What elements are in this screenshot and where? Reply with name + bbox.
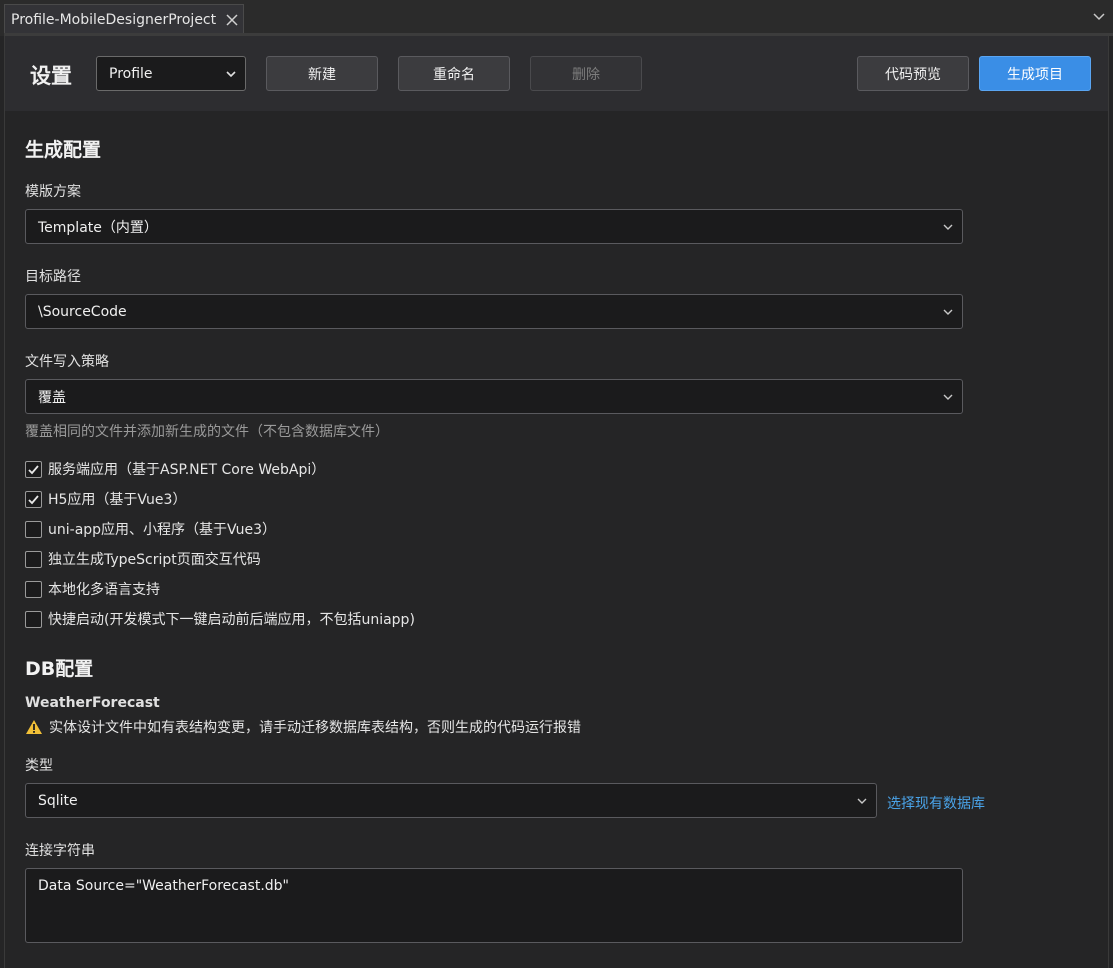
checkmark-icon: [28, 464, 39, 474]
entity-name: WeatherForecast: [25, 695, 160, 711]
close-icon[interactable]: [221, 9, 243, 31]
tab-profile[interactable]: Profile-MobileDesignerProject: [4, 4, 244, 34]
option-label: 服务端应用（基于ASP.NET Core WebApi）: [48, 462, 326, 478]
db-type-label: 类型: [25, 758, 53, 774]
db-config-title: DB配置: [25, 658, 94, 680]
code-preview-button[interactable]: 代码预览: [857, 56, 969, 91]
option-h5-app[interactable]: H5应用（基于Vue3）: [25, 489, 186, 509]
profile-select[interactable]: Profile: [96, 56, 246, 91]
document-tab-bar: Profile-MobileDesignerProject: [0, 0, 1113, 36]
option-label: 独立生成TypeScript页面交互代码: [48, 552, 261, 568]
checkbox-h5-app[interactable]: [25, 490, 42, 508]
db-type-value: Sqlite: [38, 792, 78, 809]
option-label: uni-app应用、小程序（基于Vue3）: [48, 522, 277, 538]
delete-button[interactable]: 删除: [530, 56, 642, 91]
checkmark-icon: [28, 494, 39, 504]
option-label: 快捷启动(开发模式下一键启动前后端应用，不包括uniapp): [48, 612, 415, 628]
tab-title: Profile-MobileDesignerProject: [11, 11, 217, 28]
option-quick-start[interactable]: 快捷启动(开发模式下一键启动前后端应用，不包括uniapp): [25, 609, 415, 629]
write-strategy-hint: 覆盖相同的文件并添加新生成的文件（不包含数据库文件）: [25, 424, 389, 440]
warning-icon: [26, 720, 42, 734]
target-path-label: 目标路径: [25, 269, 81, 285]
option-server-app[interactable]: 服务端应用（基于ASP.NET Core WebApi）: [25, 459, 325, 479]
rename-button[interactable]: 重命名: [398, 56, 510, 91]
settings-toolbar: 设置 Profile 新建 重命名 删除 代码预览 生成项目: [5, 36, 1108, 111]
chevron-down-icon: [943, 394, 953, 400]
checkbox-server-app[interactable]: [25, 460, 42, 478]
chevron-down-icon: [857, 798, 867, 804]
write-strategy-label: 文件写入策略: [25, 354, 109, 370]
option-uniapp[interactable]: uni-app应用、小程序（基于Vue3）: [25, 519, 276, 539]
new-button[interactable]: 新建: [266, 56, 378, 91]
write-strategy-value: 覆盖: [38, 389, 66, 406]
chevron-down-icon[interactable]: [1091, 8, 1107, 24]
write-strategy-select[interactable]: 覆盖: [25, 379, 963, 414]
generate-project-button[interactable]: 生成项目: [979, 56, 1091, 91]
page-title: 设置: [30, 64, 72, 88]
checkbox-quick-start[interactable]: [25, 610, 42, 628]
template-select[interactable]: Template（内置）: [25, 209, 963, 244]
chevron-down-icon: [943, 309, 953, 315]
connection-string-input[interactable]: Data Source="WeatherForecast.db": [25, 868, 963, 943]
option-label: 本地化多语言支持: [48, 582, 160, 598]
option-label: H5应用（基于Vue3）: [48, 492, 187, 508]
checkbox-uniapp[interactable]: [25, 520, 42, 538]
migration-warning: 实体设计文件中如有表结构变更，请手动迁移数据库表结构，否则生成的代码运行报错: [25, 717, 581, 737]
target-path-value: \SourceCode: [38, 303, 127, 320]
option-i18n[interactable]: 本地化多语言支持: [25, 579, 160, 599]
chevron-down-icon: [226, 71, 236, 78]
option-typescript[interactable]: 独立生成TypeScript页面交互代码: [25, 549, 261, 569]
checkbox-i18n[interactable]: [25, 580, 42, 598]
generation-config-title: 生成配置: [25, 139, 102, 161]
select-existing-db-link[interactable]: 选择现有数据库: [887, 793, 985, 813]
target-path-select[interactable]: \SourceCode: [25, 294, 963, 329]
warning-text: 实体设计文件中如有表结构变更，请手动迁移数据库表结构，否则生成的代码运行报错: [49, 720, 581, 736]
profile-select-value: Profile: [109, 65, 153, 82]
chevron-down-icon: [943, 224, 953, 230]
checkbox-typescript[interactable]: [25, 550, 42, 568]
template-select-value: Template（内置）: [38, 219, 158, 236]
settings-content: 生成配置 模版方案 Template（内置） 目标路径 \SourceCode …: [5, 111, 1108, 968]
template-label: 模版方案: [25, 184, 81, 200]
db-type-select[interactable]: Sqlite: [25, 783, 877, 818]
connection-string-label: 连接字符串: [25, 843, 95, 859]
